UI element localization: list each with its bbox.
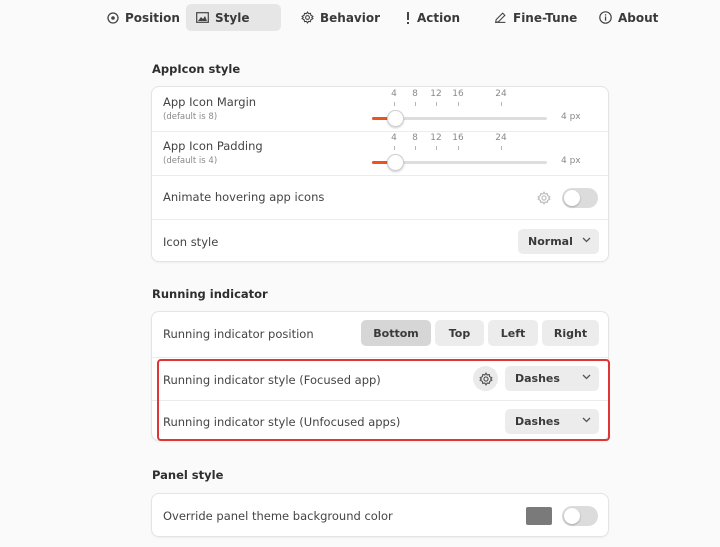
action-icon	[407, 11, 409, 24]
tick-mark	[501, 146, 502, 150]
tab-behavior[interactable]: Behavior	[291, 4, 390, 31]
tick-mark	[436, 146, 437, 150]
style-icon	[196, 12, 209, 23]
slider-knob[interactable]	[387, 154, 404, 171]
running-indicator-title: Running indicator	[152, 287, 268, 301]
tick-mark	[436, 102, 437, 106]
tick-label: 8	[412, 89, 418, 99]
tick-label: 24	[495, 89, 507, 99]
tick-label: 4	[391, 133, 397, 143]
tick-mark	[415, 102, 416, 106]
tab-fine-tune[interactable]: Fine-Tune	[484, 4, 587, 31]
tick-mark	[458, 146, 459, 150]
tab-action-label: Action	[417, 10, 461, 25]
app-icon-margin-row: App Icon Margin (default is 8) 4 8 12 16…	[152, 87, 608, 131]
tick-label: 8	[412, 133, 418, 143]
animate-hover-toggle[interactable]	[562, 188, 598, 208]
override-bg-row: Override panel theme background color	[152, 494, 608, 538]
app-icon-margin-slider[interactable]: 4 8 12 16 24	[372, 89, 552, 129]
tab-position[interactable]: Position	[97, 4, 190, 31]
tick-label: 12	[430, 89, 442, 99]
gear-icon	[537, 191, 551, 205]
tick-label: 24	[495, 133, 507, 143]
about-icon	[599, 11, 612, 24]
tick-mark	[501, 102, 502, 106]
app-icon-margin-value: 4 px	[561, 112, 581, 122]
position-icon	[107, 11, 119, 24]
app-icon-padding-row: App Icon Padding (default is 4) 4 8 12 1…	[152, 131, 608, 175]
running-position-label: Running indicator position	[163, 327, 314, 341]
app-icon-margin-label: App Icon Margin	[163, 95, 257, 109]
fine-tune-icon	[494, 12, 506, 24]
tab-style[interactable]: Style	[186, 4, 281, 31]
tick-mark	[458, 102, 459, 106]
tick-mark	[394, 102, 395, 106]
tab-behavior-label: Behavior	[320, 10, 381, 25]
animate-hover-label: Animate hovering app icons	[163, 190, 325, 204]
app-icon-padding-slider[interactable]: 4 8 12 16 24	[372, 133, 552, 173]
tick-label: 16	[452, 89, 464, 99]
highlight-box	[157, 359, 610, 441]
position-left-button[interactable]: Left	[488, 320, 538, 346]
position-top-button[interactable]: Top	[435, 320, 484, 346]
tab-style-label: Style	[215, 10, 250, 25]
icon-style-row: Icon style Normal	[152, 219, 608, 263]
icon-style-value: Normal	[528, 235, 573, 248]
animate-hover-row: Animate hovering app icons	[152, 175, 608, 219]
override-bg-toggle[interactable]	[562, 506, 598, 526]
position-right-button[interactable]: Right	[542, 320, 599, 346]
panel-style-card: Override panel theme background color	[151, 493, 609, 537]
tab-about[interactable]: About	[589, 4, 668, 31]
tab-fine-tune-label: Fine-Tune	[513, 10, 578, 25]
tab-about-label: About	[618, 10, 659, 25]
appicon-style-title: AppIcon style	[152, 62, 241, 76]
app-icon-padding-sublabel: (default is 4)	[163, 156, 218, 166]
override-bg-label: Override panel theme background color	[163, 509, 393, 523]
slider-knob[interactable]	[387, 110, 404, 127]
color-swatch-button[interactable]	[526, 507, 552, 525]
app-icon-padding-label: App Icon Padding	[163, 139, 263, 153]
animate-hover-settings-button[interactable]	[534, 188, 554, 208]
tick-label: 4	[391, 89, 397, 99]
behavior-icon	[301, 11, 314, 24]
chevron-down-icon	[582, 237, 591, 243]
tick-mark	[415, 146, 416, 150]
app-icon-padding-value: 4 px	[561, 156, 581, 166]
tick-mark	[394, 146, 395, 150]
icon-style-dropdown[interactable]: Normal	[518, 229, 599, 254]
tick-label: 12	[430, 133, 442, 143]
tab-position-label: Position	[125, 10, 180, 25]
app-icon-margin-sublabel: (default is 8)	[163, 112, 218, 122]
position-bottom-button[interactable]: Bottom	[361, 320, 431, 346]
icon-style-label: Icon style	[163, 235, 219, 249]
running-position-row: Running indicator position Bottom Top Le…	[152, 312, 608, 357]
tab-bar: Position Style Behavior Action Fine-Tune…	[0, 0, 720, 36]
appicon-style-card: App Icon Margin (default is 8) 4 8 12 16…	[151, 86, 609, 262]
tick-label: 16	[452, 133, 464, 143]
tab-action[interactable]: Action	[395, 4, 470, 31]
panel-style-title: Panel style	[152, 468, 224, 482]
